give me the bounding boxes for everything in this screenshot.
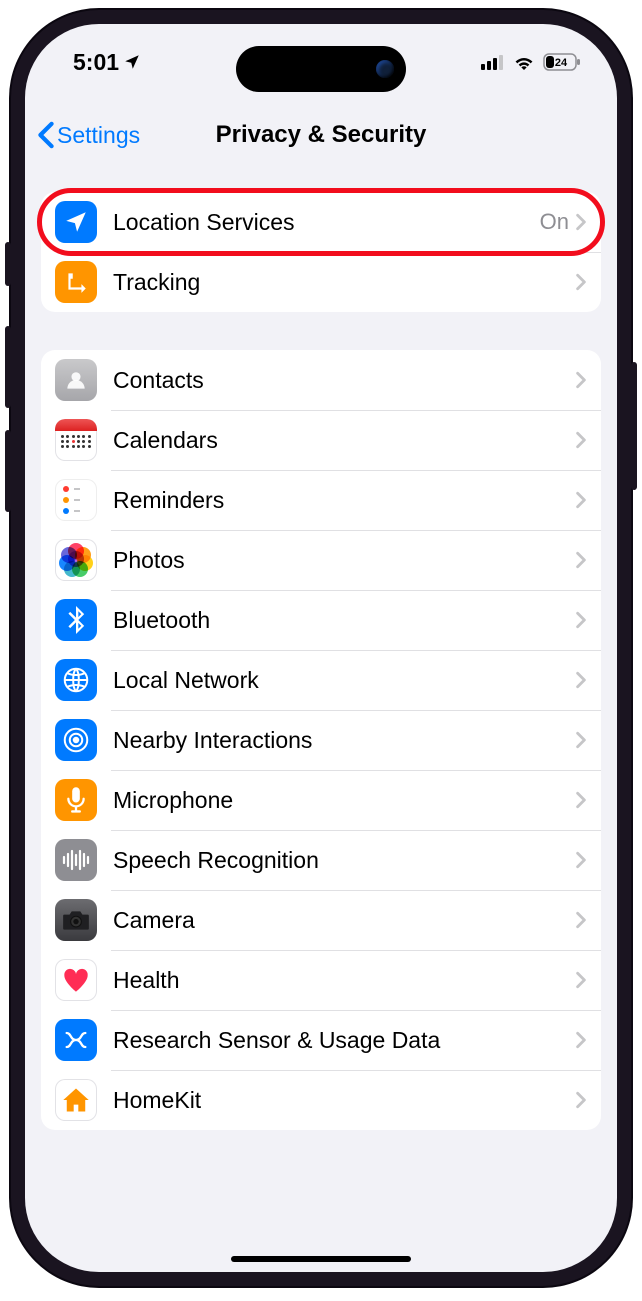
calendars-icon — [55, 419, 97, 461]
row-reminders[interactable]: Reminders — [41, 470, 601, 530]
chevron-right-icon — [575, 911, 587, 929]
row-location-services[interactable]: Location Services On — [41, 192, 601, 252]
waveform-icon — [55, 839, 97, 881]
chevron-right-icon — [575, 671, 587, 689]
row-local-network[interactable]: Local Network — [41, 650, 601, 710]
svg-text:24: 24 — [555, 57, 568, 69]
reminders-icon — [55, 479, 97, 521]
row-label: Health — [113, 967, 575, 994]
home-icon — [55, 1079, 97, 1121]
row-label: Local Network — [113, 667, 575, 694]
contacts-icon — [55, 359, 97, 401]
chevron-right-icon — [575, 551, 587, 569]
location-arrow-icon — [55, 201, 97, 243]
battery-icon: 24 — [543, 53, 581, 71]
home-indicator[interactable] — [231, 1256, 411, 1262]
camera-icon — [55, 899, 97, 941]
row-nearby-interactions[interactable]: Nearby Interactions — [41, 710, 601, 770]
row-label: Speech Recognition — [113, 847, 575, 874]
row-label: Nearby Interactions — [113, 727, 575, 754]
row-speech-recognition[interactable]: Speech Recognition — [41, 830, 601, 890]
row-camera[interactable]: Camera — [41, 890, 601, 950]
chevron-right-icon — [575, 731, 587, 749]
row-label: Calendars — [113, 427, 575, 454]
content-scroll[interactable]: Location Services On Tracking — [25, 166, 617, 1130]
dynamic-island — [236, 46, 406, 92]
photos-icon — [55, 539, 97, 581]
group-privacy-categories: Contacts Calenda — [41, 350, 601, 1130]
row-label: Bluetooth — [113, 607, 575, 634]
row-label: Reminders — [113, 487, 575, 514]
row-label: Tracking — [113, 269, 575, 296]
chevron-left-icon — [37, 121, 55, 149]
chevron-right-icon — [575, 971, 587, 989]
chevron-right-icon — [575, 491, 587, 509]
chevron-right-icon — [575, 1091, 587, 1109]
row-tracking[interactable]: Tracking — [41, 252, 601, 312]
row-detail: On — [540, 209, 569, 235]
chevron-right-icon — [575, 611, 587, 629]
row-photos[interactable]: Photos — [41, 530, 601, 590]
row-label: HomeKit — [113, 1087, 575, 1114]
chevron-right-icon — [575, 431, 587, 449]
back-label: Settings — [57, 122, 140, 149]
microphone-icon — [55, 779, 97, 821]
group-privacy-main: Location Services On Tracking — [41, 192, 601, 312]
row-microphone[interactable]: Microphone — [41, 770, 601, 830]
chevron-right-icon — [575, 791, 587, 809]
row-research-sensor[interactable]: Research Sensor & Usage Data — [41, 1010, 601, 1070]
device-frame: 5:01 24 — [11, 10, 631, 1286]
row-label: Camera — [113, 907, 575, 934]
globe-grid-icon — [55, 659, 97, 701]
chevron-right-icon — [575, 371, 587, 389]
chevron-right-icon — [575, 1031, 587, 1049]
chevron-right-icon — [575, 851, 587, 869]
row-homekit[interactable]: HomeKit — [41, 1070, 601, 1130]
radar-icon — [55, 719, 97, 761]
location-arrow-status-icon — [123, 53, 141, 71]
status-time: 5:01 — [73, 49, 119, 76]
row-label: Research Sensor & Usage Data — [113, 1027, 575, 1054]
bluetooth-icon — [55, 599, 97, 641]
heart-icon — [55, 959, 97, 1001]
sensor-data-icon — [55, 1019, 97, 1061]
row-health[interactable]: Health — [41, 950, 601, 1010]
row-label: Contacts — [113, 367, 575, 394]
row-contacts[interactable]: Contacts — [41, 350, 601, 410]
front-camera — [376, 60, 394, 78]
nav-bar: Settings Privacy & Security — [25, 104, 617, 166]
row-label: Microphone — [113, 787, 575, 814]
back-button[interactable]: Settings — [37, 121, 140, 149]
chevron-right-icon — [575, 273, 587, 291]
row-calendars[interactable]: Calendars — [41, 410, 601, 470]
tracking-icon — [55, 261, 97, 303]
row-bluetooth[interactable]: Bluetooth — [41, 590, 601, 650]
screen: 5:01 24 — [25, 24, 617, 1272]
row-label: Photos — [113, 547, 575, 574]
row-label: Location Services — [113, 209, 540, 236]
chevron-right-icon — [575, 213, 587, 231]
wifi-icon — [513, 54, 535, 70]
cellular-signal-icon — [481, 54, 505, 70]
